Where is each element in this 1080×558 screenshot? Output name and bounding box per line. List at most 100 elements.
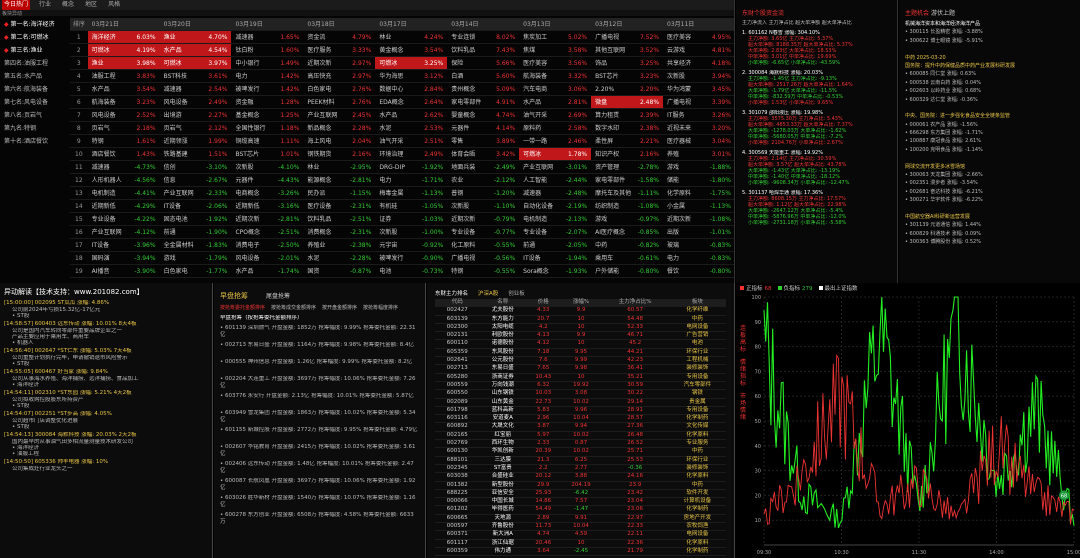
- sector-cell[interactable]: 广播电视 7.52%: [591, 31, 663, 43]
- date-header[interactable]: 03月13日: [519, 18, 591, 30]
- sector-cell[interactable]: 自动化设备 -2.19%: [519, 200, 591, 212]
- sidebar-item[interactable]: 第八名:页岩气: [0, 109, 68, 122]
- sector-cell[interactable]: 特钢 -0.55%: [447, 265, 519, 277]
- ranking-row[interactable]: 601202 毕得医药 54.49 -1.47 23.06 化学制药: [435, 505, 726, 515]
- sector-cell[interactable]: 水产品 2.81%: [519, 96, 591, 108]
- theme-line[interactable]: • 301139 元道通信 涨幅: 1.44%: [905, 221, 1074, 229]
- grab-item[interactable]: • 002406 远东传动 开盘金额: 1.48亿 抢筹幅度: 10.01% 抢…: [220, 461, 419, 475]
- grab-filter[interactable]: 按抢筹委托金额排序: [220, 304, 265, 311]
- sector-cell[interactable]: 水产品 4.54%: [159, 44, 232, 56]
- ranking-row[interactable]: 000559 万向钱潮 6.32 19.92 30.59 汽车零部件: [435, 381, 726, 391]
- sector-cell[interactable]: 数据中心 2.84%: [375, 83, 447, 95]
- sector-cell[interactable]: 家电零部件 -1.58%: [591, 174, 663, 186]
- sector-cell[interactable]: 渔业 3.98%: [87, 57, 160, 69]
- sector-cell[interactable]: 白色家电 -1.77%: [160, 265, 232, 277]
- ranking-row[interactable]: 002427 尤夫股份 4.33 9.9 60.57 化学纤维: [435, 306, 726, 316]
- ranking-row[interactable]: 002345 ST富贵 2.2 2.77 -0.36 装修装饰: [435, 464, 726, 474]
- sector-cell[interactable]: CPO概念 -2.51%: [231, 226, 303, 238]
- ranking-row[interactable]: 603116 安道麦A 2.96 10.04 28.57 化学制药: [435, 414, 726, 424]
- sector-cell[interactable]: 游戏 -1.79%: [160, 252, 232, 264]
- sector-cell[interactable]: 电力 1.42%: [231, 70, 303, 82]
- sector-cell[interactable]: 广播电视 3.39%: [663, 96, 734, 108]
- ranking-row[interactable]: 601798 蓝科高新 5.83 9.96 28.91 专用设备: [435, 406, 726, 416]
- sector-cell[interactable]: 其他互联网 3.52%: [591, 44, 663, 56]
- sector-cell[interactable]: 玻璃 -0.83%: [663, 239, 734, 251]
- sector-cell[interactable]: BST芯片 3.23%: [591, 70, 663, 82]
- sector-cell[interactable]: 焦炭加工 5.02%: [519, 31, 591, 43]
- sector-cell[interactable]: AI播音 -3.90%: [88, 265, 160, 277]
- grab-filter[interactable]: 按开盘金额排序: [322, 304, 357, 311]
- sector-cell[interactable]: 近期次新 -2.81%: [231, 213, 303, 225]
- sector-cell[interactable]: 汽车电商 3.06%: [519, 83, 591, 95]
- date-header[interactable]: 03月20日: [160, 18, 232, 30]
- theme-line[interactable]: • 002603 以岭药业 涨幅: 0.68%: [905, 87, 1074, 95]
- ranking-column-header[interactable]: 主力净占比%: [601, 299, 669, 308]
- sector-cell[interactable]: 全国性银行 1.18%: [231, 122, 303, 134]
- sector-cell[interactable]: 水产品 2.62%: [375, 109, 447, 121]
- tab-1[interactable]: 行业: [37, 0, 53, 10]
- sector-cell[interactable]: 产业互联网 2.45%: [303, 109, 375, 121]
- sector-cell[interactable]: 元器件 -4.43%: [231, 174, 303, 186]
- sector-cell[interactable]: 减速器 -2.48%: [519, 187, 591, 199]
- sector-cell[interactable]: 化学原料 -1.75%: [663, 187, 734, 199]
- grab-item[interactable]: • 601155 新城控股 开盘金额: 2772万 抢筹幅度: 9.95% 抢筹…: [220, 427, 419, 441]
- sector-cell[interactable]: 饮料乳品 -2.51%: [303, 213, 375, 225]
- sector-cell[interactable]: 航海装备 3.32%: [519, 70, 591, 82]
- sector-cell[interactable]: 焦煤 3.58%: [519, 44, 591, 56]
- theme-line[interactable]: • 002351 漫步者 涨幅: -3.54%: [905, 179, 1074, 187]
- sector-cell[interactable]: 化工原料 -0.55%: [447, 239, 519, 251]
- sector-cell[interactable]: 航海装备 3.23%: [88, 96, 160, 108]
- sector-cell[interactable]: 固态电池 -1.92%: [160, 213, 232, 225]
- sector-cell[interactable]: 知识产权 2.16%: [591, 148, 663, 160]
- ranking-row[interactable]: 605359 东风股份 7.18 9.95 44.21 环保行业: [435, 348, 726, 358]
- sector-cell[interactable]: 油服工程 3.83%: [88, 70, 160, 82]
- capital-flow-item[interactable]: 1. 601162 N春雪 涨幅: 304.10% 主力净额: 3.65亿 主力净…: [742, 30, 891, 66]
- sidebar-item[interactable]: 第十名:酒店餐饮: [0, 135, 68, 148]
- grab-tab[interactable]: 尾盘抢筹: [266, 291, 290, 301]
- sector-cell[interactable]: 减速器 1.65%: [231, 31, 303, 43]
- date-header[interactable]: 03月17日: [375, 18, 447, 30]
- ranking-row[interactable]: 000066 中国长城 14.86 7.57 23.04 计算机设备: [435, 497, 726, 507]
- sector-cell[interactable]: 林业 -2.95%: [303, 161, 375, 173]
- sector-cell[interactable]: Sora概念 -1.93%: [519, 265, 591, 277]
- theme-line[interactable]: • 300271 华宇软件 涨幅: -6.22%: [905, 196, 1074, 204]
- sector-cell[interactable]: 近期领涨 1.99%: [160, 135, 232, 147]
- sector-cell[interactable]: 养殖 3.01%: [663, 148, 734, 160]
- sector-cell[interactable]: 油气开采 2.69%: [519, 109, 591, 121]
- sector-cell[interactable]: PEEK材料 2.76%: [303, 96, 375, 108]
- sector-cell[interactable]: 养殖业 -2.38%: [303, 239, 375, 251]
- date-header[interactable]: 03月11日: [663, 18, 734, 30]
- sector-cell[interactable]: 专业设备 -4.22%: [88, 213, 160, 225]
- date-header[interactable]: 03月12日: [591, 18, 663, 30]
- anomaly-item[interactable]: [15:00:00] 002095 ST瓜瓜 涨幅: 4.86% 公司前2024年…: [4, 300, 208, 319]
- ranking-row[interactable]: 600665 天地源 2.89 9.91 22.97 房地产开发: [435, 514, 726, 524]
- grab-item[interactable]: • 603026 胜华新材 开盘金额: 1540万 抢筹幅度: 10.07% 抢…: [220, 495, 419, 509]
- ranking-row[interactable]: 002769 西环生物 2.33 0.87 26.52 专业服务: [435, 439, 726, 449]
- ranking-row[interactable]: 002165 红宝丽 5.97 10.02 26.48 化学原料: [435, 431, 726, 441]
- sector-cell[interactable]: AI医疗概念 -0.85%: [591, 226, 663, 238]
- ranking-row[interactable]: 001382 新型股份 29.9 204.19 23.9 中药: [435, 481, 726, 490]
- sector-cell[interactable]: 减速器 -4.73%: [88, 161, 160, 173]
- grab-item[interactable]: • 600087 长航凤凰 开盘金额: 3697万 抢筹幅度: 10.06% 抢…: [220, 478, 419, 492]
- theme-line[interactable]: • 300063 天龙集团 涨幅: -2.66%: [905, 171, 1074, 179]
- sector-cell[interactable]: 华为鸿蒙 3.45%: [663, 83, 734, 95]
- sector-cell[interactable]: 白酒 5.60%: [447, 70, 519, 82]
- sector-cell[interactable]: 可燃冰 3.97%: [159, 57, 232, 69]
- sector-cell[interactable]: 信创 -3.10%: [160, 161, 232, 173]
- date-header[interactable]: 03月19日: [231, 18, 303, 30]
- grab-item[interactable]: • 603776 永安行 开盘金额: 2.13亿 抢筹幅度: 10.01% 抢筹…: [220, 393, 419, 407]
- anomaly-item[interactable]: [14:54:07] 002251 *ST步高 涨幅: 4.05% 公司超市门店调…: [4, 411, 208, 430]
- sector-cell[interactable]: 被啤发行 1.42%: [231, 83, 303, 95]
- theme-line[interactable]: • 002681 奋达科技 涨幅: -6.21%: [905, 188, 1074, 196]
- ranking-column-header[interactable]: 涨幅%: [560, 299, 602, 308]
- sector-cell[interactable]: 体育会晤 3.42%: [447, 148, 519, 160]
- sector-cell[interactable]: 小金属 -1.13%: [663, 200, 734, 212]
- ranking-row[interactable]: 600130 华凯创新 20.39 10.02 25.71 中药: [435, 447, 726, 457]
- sector-cell[interactable]: IT设备 -2.06%: [160, 200, 232, 212]
- sector-cell[interactable]: 游戏 -0.97%: [591, 213, 663, 225]
- sector-cell[interactable]: 零售 3.89%: [447, 135, 519, 147]
- sector-cell[interactable]: 全金属材料 -1.83%: [160, 239, 232, 251]
- sector-cell[interactable]: BST科技 3.61%: [160, 70, 232, 82]
- theme-line[interactable]: • 100887 康冠食品 涨幅: 2.61%: [905, 137, 1074, 145]
- sector-cell[interactable]: 资产管理 -2.78%: [591, 161, 663, 173]
